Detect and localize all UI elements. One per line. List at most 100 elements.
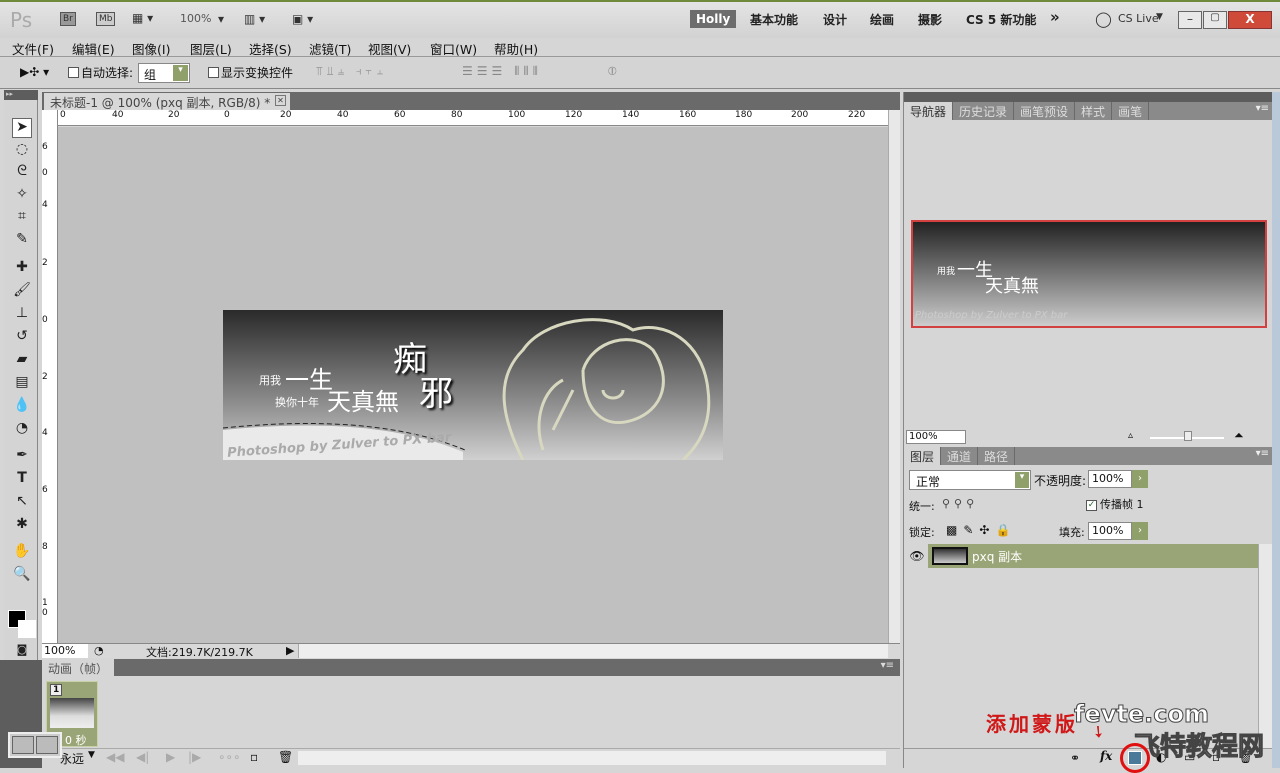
opacity-field[interactable]: 100% bbox=[1088, 470, 1132, 488]
menu-file[interactable]: 文件(F) bbox=[12, 39, 54, 58]
tab-brush-presets[interactable]: 画笔预设 bbox=[1014, 102, 1076, 120]
menu-filter[interactable]: 滤镜(T) bbox=[309, 39, 351, 58]
floating-mini-window[interactable] bbox=[8, 732, 62, 758]
blur-tool-icon[interactable]: 💧 bbox=[12, 397, 32, 417]
quick-selection-tool-icon[interactable]: ✧ bbox=[12, 186, 32, 206]
navigator-zoom-field[interactable]: 100% bbox=[906, 430, 966, 444]
close-document-icon[interactable]: ✕ bbox=[275, 95, 286, 106]
fill-field[interactable]: 100% bbox=[1088, 522, 1132, 540]
tab-history[interactable]: 历史记录 bbox=[953, 102, 1015, 120]
align-buttons[interactable]: ⫪⫫⫨ ⫞⫟⫠ bbox=[316, 64, 387, 79]
menu-help[interactable]: 帮助(H) bbox=[494, 39, 538, 58]
hand-tool-icon[interactable]: ✋ bbox=[12, 543, 32, 563]
play-button[interactable]: ▶ bbox=[166, 750, 175, 764]
loop-options[interactable]: 永远 bbox=[60, 750, 84, 767]
panel-menu-icon[interactable]: ▾≡ bbox=[1256, 103, 1269, 114]
fill-slider-button[interactable]: › bbox=[1132, 522, 1148, 540]
status-menu-arrow[interactable]: ▶ bbox=[286, 644, 294, 657]
screen-mode-button[interactable]: ▣ ▾ bbox=[292, 12, 313, 26]
eyedropper-tool-icon[interactable]: ✎ bbox=[12, 231, 32, 251]
bridge-button[interactable]: Br bbox=[60, 12, 76, 26]
document-tab[interactable]: 未标题-1 @ 100% (pxq 副本, RGB/8) * ✕ bbox=[44, 93, 290, 110]
marquee-tool-icon[interactable]: ◌ bbox=[12, 141, 32, 161]
zoom-out-icon[interactable]: ▵ bbox=[1128, 430, 1133, 441]
workspace-design[interactable]: 设计 bbox=[823, 11, 847, 28]
tab-layers[interactable]: 图层 bbox=[904, 447, 942, 465]
workspace-photography[interactable]: 摄影 bbox=[918, 11, 942, 28]
workspace-essentials[interactable]: 基本功能 bbox=[750, 11, 798, 28]
workspace-painting[interactable]: 绘画 bbox=[870, 11, 894, 28]
move-tool-preset-picker[interactable]: ▶✣ ▾ bbox=[20, 65, 49, 79]
propagate-frame-checkbox[interactable]: ✓ bbox=[1086, 498, 1097, 512]
blend-mode-dropdown[interactable]: 正常 ▾ bbox=[909, 470, 1031, 490]
tab-channels[interactable]: 通道 bbox=[941, 447, 979, 465]
animation-scrollbar[interactable] bbox=[298, 751, 886, 765]
view-extras-button[interactable]: ▦ ▾ bbox=[132, 11, 153, 25]
link-layers-icon[interactable]: ⚭ bbox=[1070, 751, 1080, 765]
loop-dropdown-arrow[interactable]: ▼ bbox=[88, 750, 95, 760]
brush-tool-icon[interactable]: 🖌 bbox=[12, 282, 32, 302]
menu-window[interactable]: 窗口(W) bbox=[430, 39, 477, 58]
unify-buttons[interactable]: ⚲⚲⚲ bbox=[942, 497, 978, 510]
layer-name[interactable]: pxq 副本 bbox=[972, 548, 1022, 565]
first-frame-button[interactable]: ◀◀ bbox=[106, 750, 124, 764]
eraser-tool-icon[interactable]: ▰ bbox=[12, 351, 32, 371]
vertical-scrollbar[interactable] bbox=[888, 110, 900, 643]
menu-image[interactable]: 图像(I) bbox=[132, 39, 170, 58]
tab-brush[interactable]: 画笔 bbox=[1112, 102, 1150, 120]
panel-menu-icon[interactable]: ▾≡ bbox=[881, 660, 894, 671]
lasso-tool-icon[interactable]: ᘓ bbox=[12, 163, 32, 183]
clone-stamp-tool-icon[interactable]: ⊥ bbox=[12, 305, 32, 325]
eye-icon[interactable]: 👁 bbox=[906, 544, 928, 568]
close-button[interactable]: X bbox=[1228, 11, 1272, 29]
menu-layer[interactable]: 图层(L) bbox=[190, 39, 232, 58]
crop-tool-icon[interactable]: ⌗ bbox=[12, 208, 32, 228]
maximize-button[interactable]: ▢ bbox=[1203, 11, 1227, 29]
gradient-tool-icon[interactable]: ▤ bbox=[12, 374, 32, 394]
navigator-preview[interactable]: 用我 一生 天真無 Photoshop by Zulver to PX bar bbox=[911, 220, 1267, 328]
workspace-holly[interactable]: Holly bbox=[690, 10, 737, 28]
next-frame-button[interactable]: |▶ bbox=[188, 750, 201, 764]
pen-tool-icon[interactable]: ✒ bbox=[12, 447, 32, 467]
status-icon[interactable]: ◔ bbox=[94, 644, 104, 657]
delete-frame-icon[interactable]: 🗑 bbox=[278, 750, 293, 764]
minimize-button[interactable]: – bbox=[1178, 11, 1202, 29]
previous-frame-button[interactable]: ◀| bbox=[136, 750, 149, 764]
move-tool-icon[interactable]: ➤ bbox=[12, 118, 32, 138]
auto-align-button[interactable]: ⦶ bbox=[608, 64, 617, 79]
tween-button[interactable]: ∘∘∘ bbox=[218, 750, 241, 764]
tab-paths[interactable]: 路径 bbox=[978, 447, 1016, 465]
type-tool-icon[interactable]: T bbox=[12, 470, 32, 490]
healing-brush-tool-icon[interactable]: ✚ bbox=[12, 259, 32, 279]
status-zoom-field[interactable]: 100% bbox=[42, 644, 88, 658]
lock-buttons[interactable]: ▩✎✣🔒 bbox=[946, 523, 1016, 537]
frame-delay[interactable]: 0 秒 bbox=[65, 732, 87, 748]
background-color-swatch[interactable] bbox=[18, 620, 36, 638]
more-workspaces-button[interactable]: » bbox=[1050, 8, 1060, 26]
menu-edit[interactable]: 编辑(E) bbox=[72, 39, 115, 58]
show-transform-checkbox[interactable] bbox=[208, 65, 219, 79]
collapse-toolbox-icon[interactable]: ▸▸ bbox=[4, 90, 38, 100]
opacity-slider-button[interactable]: › bbox=[1132, 470, 1148, 488]
tab-animation-frames[interactable]: 动画（帧） bbox=[42, 659, 115, 676]
zoom-in-icon[interactable]: ⏶ bbox=[1234, 428, 1244, 443]
tab-styles[interactable]: 样式 bbox=[1075, 102, 1113, 120]
auto-select-dropdown[interactable]: 组 ▾ bbox=[138, 63, 190, 83]
auto-select-checkbox[interactable] bbox=[68, 65, 79, 79]
duplicate-frame-button[interactable]: ▫ bbox=[250, 750, 258, 764]
zoom-level-dropdown[interactable]: 100% bbox=[180, 12, 211, 25]
panel-menu-icon[interactable]: ▾≡ bbox=[1256, 448, 1269, 459]
shape-tool-icon[interactable]: ✱ bbox=[12, 516, 32, 536]
layer-style-icon[interactable]: fx bbox=[1100, 749, 1112, 763]
dodge-tool-icon[interactable]: ◔ bbox=[12, 420, 32, 440]
layer-row[interactable]: 👁 pxq 副本 bbox=[906, 544, 1258, 568]
arrange-documents-button[interactable]: ▥ ▾ bbox=[244, 12, 265, 26]
menu-select[interactable]: 选择(S) bbox=[249, 39, 292, 58]
cs-live-button[interactable]: CS Live bbox=[1118, 12, 1159, 25]
distribute-buttons[interactable]: ☰☰☰ ⦀⦀⦀ bbox=[462, 64, 542, 79]
layers-scrollbar[interactable] bbox=[1258, 544, 1272, 748]
zoom-dropdown-arrow[interactable]: ▾ bbox=[218, 12, 224, 26]
horizontal-scrollbar[interactable] bbox=[298, 644, 888, 658]
workspace-cs5-new[interactable]: CS 5 新功能 bbox=[966, 11, 1036, 28]
path-selection-tool-icon[interactable]: ↖ bbox=[12, 493, 32, 513]
